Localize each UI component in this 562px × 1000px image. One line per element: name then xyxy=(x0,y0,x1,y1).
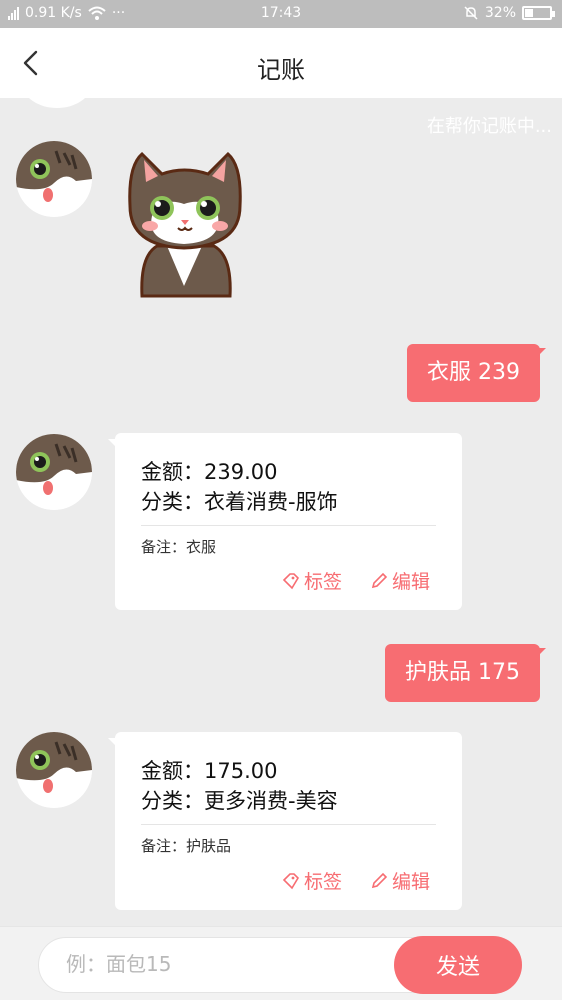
edit-label: 编辑 xyxy=(391,571,430,593)
tag-button[interactable]: 标签 xyxy=(282,867,342,894)
page-title: 记账 xyxy=(257,56,305,84)
header: 记账 xyxy=(0,28,562,98)
cat-avatar-icon xyxy=(16,434,92,510)
battery-percent: 32% xyxy=(484,5,516,21)
user-message-bubble[interactable]: 衣服 239 xyxy=(407,344,546,402)
edit-label: 编辑 xyxy=(391,871,430,893)
cat-sticker-icon xyxy=(128,151,242,298)
record-card: 金额：239.00 分类：衣着消费-服饰 备注：衣服 标签 编辑 xyxy=(108,433,462,610)
tag-icon xyxy=(282,872,299,889)
send-button[interactable]: 发送 xyxy=(394,936,522,994)
typing-indicator: 在帮你记账中... xyxy=(426,116,552,137)
category-text: 分类：更多消费-美容 xyxy=(141,789,338,813)
tag-button[interactable]: 标签 xyxy=(282,567,342,594)
note-text: 备注：护肤品 xyxy=(141,837,232,855)
cat-avatar-icon xyxy=(16,732,92,808)
bot-avatar xyxy=(16,141,92,217)
avatar xyxy=(22,98,92,108)
user-message-bubble[interactable]: 护肤品 175 xyxy=(385,644,546,702)
cat-avatar-icon xyxy=(16,141,92,217)
tag-label: 标签 xyxy=(303,871,342,893)
tag-icon xyxy=(282,572,299,589)
pencil-icon xyxy=(371,872,388,888)
chat-area[interactable]: 在帮你记账中... 衣服 239 金额：239.00 分类：衣着消费-服饰 备注… xyxy=(0,98,562,926)
tag-label: 标签 xyxy=(303,571,342,593)
amount-text: 金额：239.00 xyxy=(141,460,278,484)
message-input[interactable] xyxy=(66,944,386,984)
pencil-icon xyxy=(371,572,388,588)
note-text: 备注：衣服 xyxy=(141,538,217,556)
amount-text: 金额：175.00 xyxy=(141,759,278,783)
category-text: 分类：衣着消费-服饰 xyxy=(141,490,338,514)
edit-button[interactable]: 编辑 xyxy=(370,567,430,594)
input-bar: 发送 xyxy=(0,926,562,1000)
edit-button[interactable]: 编辑 xyxy=(370,867,430,894)
record-card: 金额：175.00 分类：更多消费-美容 备注：护肤品 标签 编辑 xyxy=(108,732,462,910)
bot-avatar xyxy=(16,434,92,510)
bot-avatar xyxy=(16,732,92,808)
mute-bell-icon xyxy=(464,6,478,20)
battery-icon xyxy=(522,6,555,20)
status-bar: 0.91 K/s ··· 17:43 32% xyxy=(0,0,562,28)
